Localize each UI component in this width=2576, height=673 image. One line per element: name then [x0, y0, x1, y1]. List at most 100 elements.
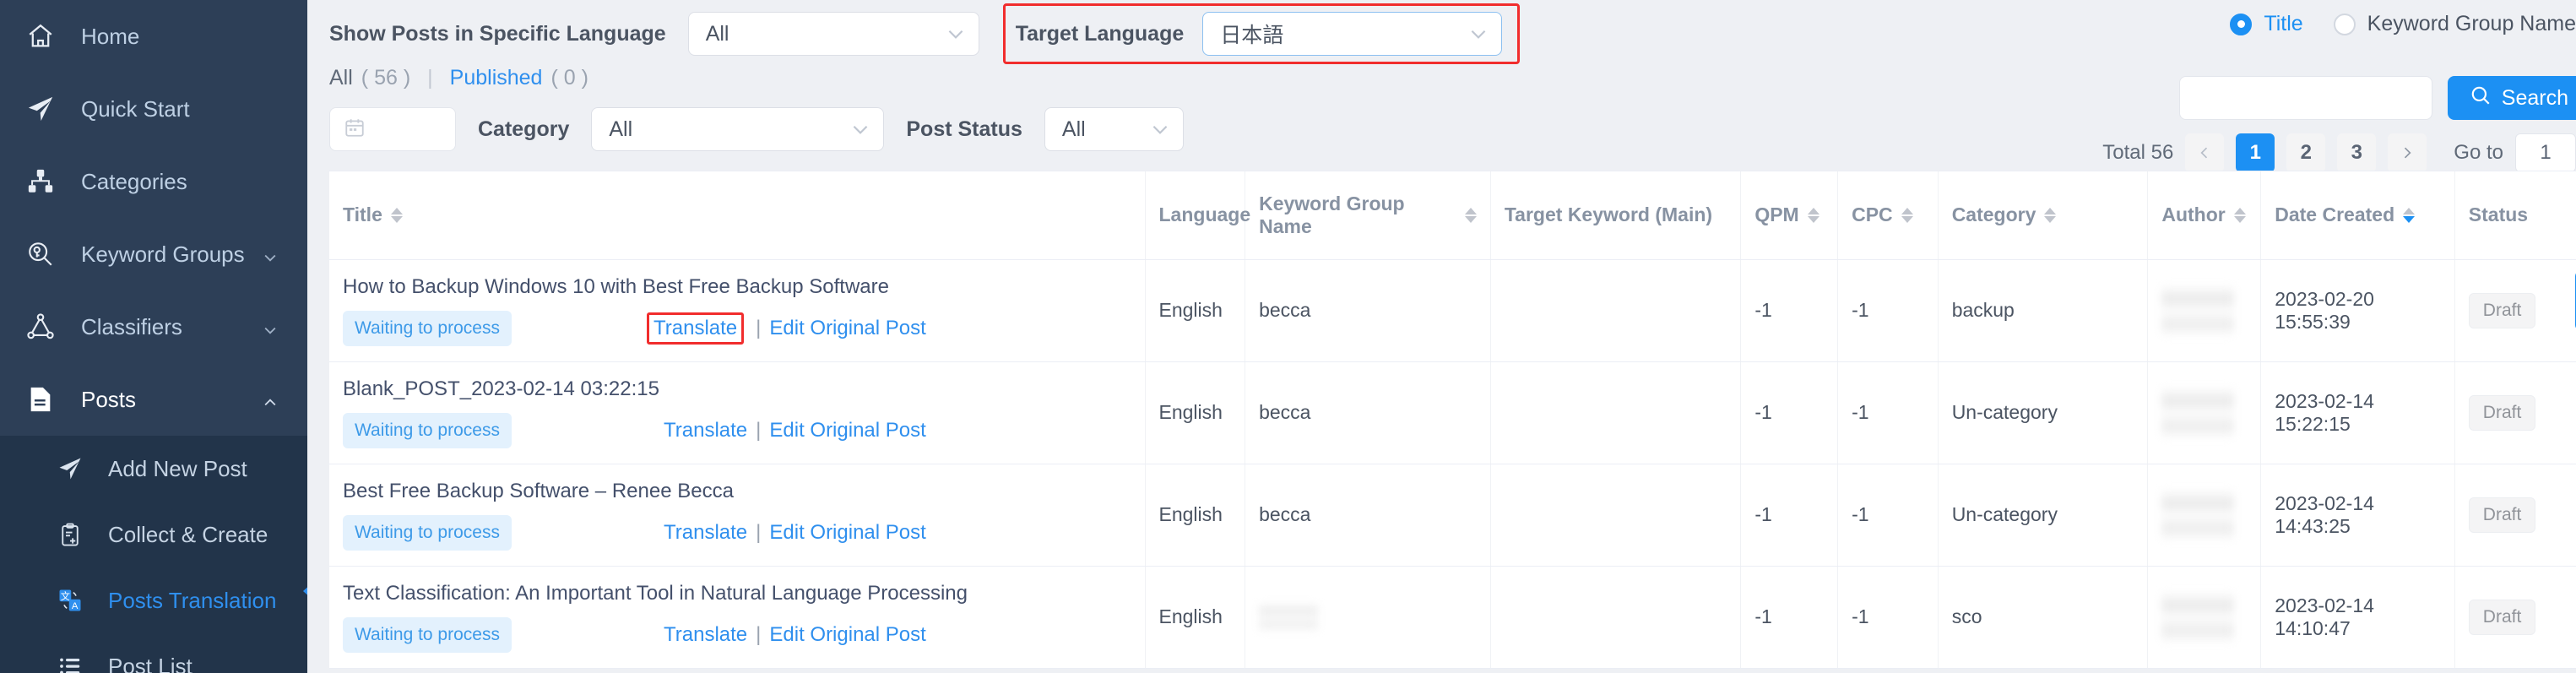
pagination: Total 56 1 2 3 Go to 1 [2102, 133, 2576, 172]
post-status-label: Post Status [906, 117, 1022, 141]
chevron-down-icon [945, 23, 967, 45]
search-input[interactable] [2178, 76, 2432, 120]
paper-plane-icon [51, 456, 89, 481]
sidebar-item-posts-translation[interactable]: 文 A Posts Translation [0, 567, 307, 633]
radio-keyword-group-name[interactable]: Keyword Group Name [2333, 12, 2576, 36]
sidebar-item-home[interactable]: Home [0, 0, 307, 73]
sort-icon[interactable] [2233, 207, 2246, 223]
app-root: Home Quick Start Categories Keyword Grou… [0, 0, 2576, 673]
radio-title-label: Title [2264, 12, 2303, 35]
category-select[interactable]: All [591, 107, 885, 151]
sidebar-item-quick-start[interactable]: Quick Start [0, 73, 307, 145]
tab-all[interactable]: All [329, 66, 353, 90]
col-target-keyword: Target Keyword (Main) [1490, 171, 1742, 260]
pagination-prev[interactable] [2185, 133, 2225, 172]
key-search-icon [19, 240, 62, 269]
chevron-down-icon [849, 118, 871, 140]
post-title[interactable]: Blank_POST_2023-02-14 03:22:15 [343, 377, 1131, 401]
date-range-input[interactable] [329, 107, 456, 151]
row-actions: Waiting to process Translate | Edit Orig… [343, 310, 1131, 346]
sort-icon[interactable] [2403, 207, 2416, 223]
col-cpc[interactable]: CPC [1837, 171, 1939, 260]
cell-target-keyword [1490, 259, 1742, 362]
cell-author [2147, 361, 2262, 464]
sidebar-item-post-list[interactable]: Post List [0, 633, 307, 673]
edit-original-post-link[interactable]: Edit Original Post [769, 317, 925, 340]
pagination-page-1[interactable]: 1 [2236, 133, 2275, 172]
post-title[interactable]: Text Classification: An Important Tool i… [343, 582, 1131, 605]
col-author[interactable]: Author [2147, 171, 2262, 260]
col-keyword-group-label: Keyword Group Name [1259, 192, 1405, 237]
col-status-label: Status [2468, 204, 2529, 226]
sidebar: Home Quick Start Categories Keyword Grou… [0, 0, 307, 673]
chevron-down-icon [1149, 118, 1171, 140]
cell-cpc: -1 [1837, 566, 1939, 669]
chevron-down-icon [262, 318, 279, 335]
tab-all-count: ( 56 ) [361, 65, 411, 90]
sidebar-item-classifiers[interactable]: Classifiers [0, 290, 307, 363]
translate-link[interactable]: Translate [664, 521, 747, 545]
tab-published[interactable]: Published [450, 66, 543, 90]
pagination-page-2[interactable]: 2 [2286, 133, 2326, 172]
target-language-select[interactable]: 日本語 [1202, 12, 1503, 56]
status-chip: Draft [2468, 599, 2536, 635]
sort-icon[interactable] [1901, 207, 1913, 223]
chevron-down-icon [262, 246, 279, 263]
edit-original-post-link[interactable]: Edit Original Post [769, 419, 925, 442]
col-keyword-group-name[interactable]: Keyword Group Name [1245, 171, 1491, 260]
pagination-goto-input[interactable]: 1 [2515, 133, 2576, 172]
list-icon [51, 654, 89, 673]
row-actions: Waiting to process Translate | Edit Orig… [343, 514, 1131, 551]
post-title[interactable]: Best Free Backup Software – Renee Becca [343, 480, 1131, 503]
col-date-created[interactable]: Date Created [2260, 171, 2455, 260]
sort-icon[interactable] [390, 207, 403, 223]
pagination-page-3[interactable]: 3 [2337, 133, 2377, 172]
cell-cpc: -1 [1837, 259, 1939, 362]
col-title[interactable]: Title [329, 171, 1146, 260]
status-chip: Draft [2468, 292, 2536, 328]
translate-link[interactable]: Translate [664, 623, 747, 647]
col-category-label: Category [1951, 204, 2036, 226]
sidebar-collapse-handle[interactable] [297, 581, 307, 601]
sort-icon[interactable] [2044, 207, 2057, 223]
sidebar-item-label: Home [81, 23, 140, 49]
col-category[interactable]: Category [1938, 171, 2149, 260]
edit-original-post-link[interactable]: Edit Original Post [769, 521, 925, 545]
sidebar-item-categories[interactable]: Categories [0, 145, 307, 218]
posts-table: Title Language Keyword Group Name Target… [329, 171, 2576, 669]
cell-target-keyword [1490, 361, 1742, 464]
sort-icon[interactable] [1464, 207, 1477, 223]
post-title[interactable]: How to Backup Windows 10 with Best Free … [343, 275, 1131, 299]
sidebar-item-keyword-groups[interactable]: Keyword Groups [0, 218, 307, 290]
post-status-select[interactable]: All [1044, 107, 1184, 151]
document-icon [19, 385, 62, 414]
translate-link[interactable]: Translate [646, 312, 745, 345]
cell-category: Un-category [1938, 464, 2149, 567]
status-badge: Waiting to process [343, 310, 512, 346]
cell-author [2147, 259, 2262, 362]
col-author-label: Author [2161, 204, 2226, 226]
search-button[interactable]: Search [2447, 76, 2576, 120]
sidebar-item-posts[interactable]: Posts [0, 363, 307, 436]
col-qpm[interactable]: QPM [1740, 171, 1839, 260]
cell-status: Draft [2454, 361, 2576, 464]
keyword-group-redacted [1259, 602, 1319, 632]
cell-date-created: 2023-02-14 15:22:15 [2260, 361, 2455, 464]
show-posts-language-select[interactable]: All [687, 12, 979, 56]
cell-title: Text Classification: An Important Tool i… [329, 566, 1146, 669]
translate-link[interactable]: Translate [664, 419, 747, 442]
cell-qpm: -1 [1740, 361, 1839, 464]
pagination-total: Total 56 [2102, 141, 2174, 164]
sidebar-item-add-new-post[interactable]: Add New Post [0, 436, 307, 502]
cell-date-created: 2023-02-14 14:10:47 [2260, 566, 2455, 669]
radio-title[interactable]: Title [2230, 12, 2303, 36]
sort-icon[interactable] [1807, 207, 1819, 223]
col-status: Status [2454, 171, 2576, 260]
sidebar-item-collect-create[interactable]: Collect & Create [0, 502, 307, 567]
post-status-value: All [1061, 117, 1086, 141]
svg-text:文: 文 [61, 590, 70, 602]
status-badge: Waiting to process [343, 514, 512, 551]
table-row: Blank_POST_2023-02-14 03:22:15 Waiting t… [329, 361, 2576, 464]
pagination-next[interactable] [2388, 133, 2427, 172]
edit-original-post-link[interactable]: Edit Original Post [769, 623, 925, 647]
